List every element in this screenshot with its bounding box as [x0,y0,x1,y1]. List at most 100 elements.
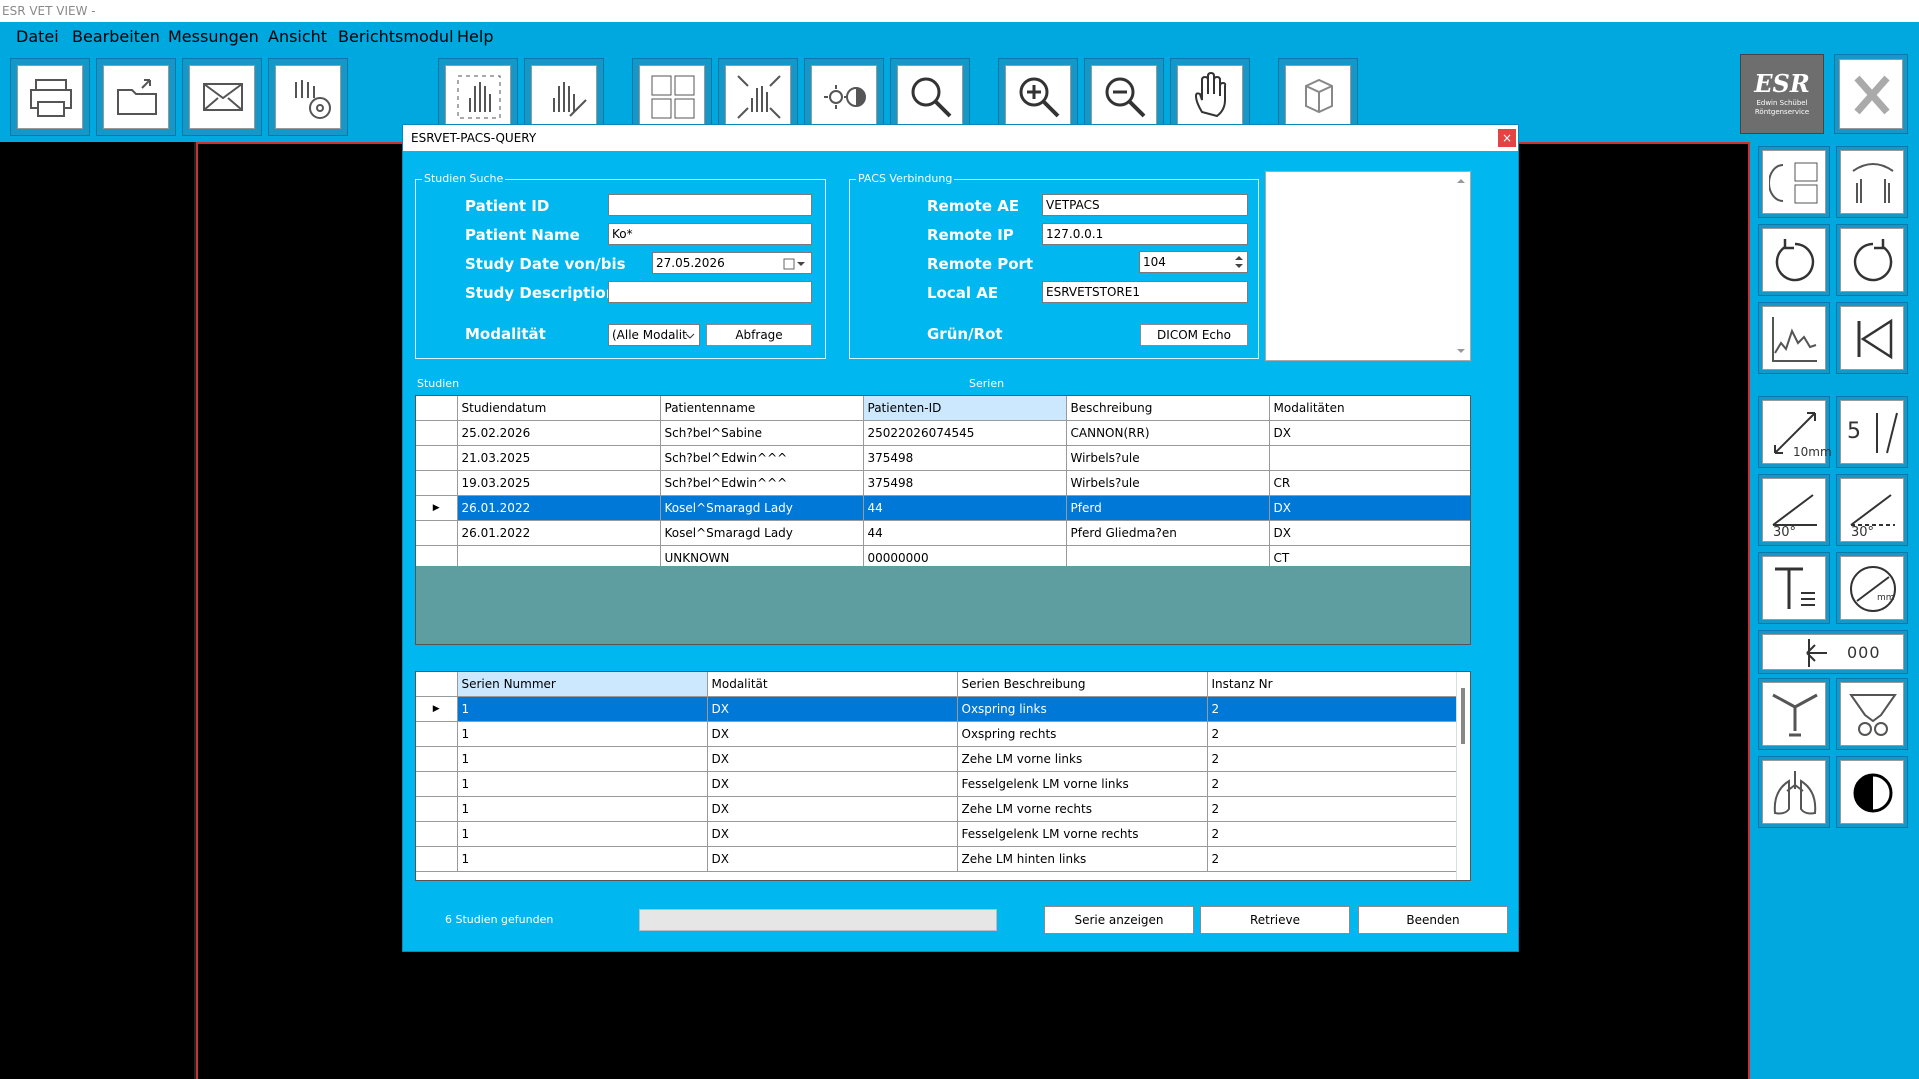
cell[interactable]: DX [707,821,958,847]
histogram-button[interactable] [1758,302,1830,374]
series-col-description[interactable]: Serien Beschreibung [957,672,1208,697]
text-annotation-button[interactable] [1758,552,1830,624]
studies-col-patient-id[interactable]: Patienten-ID [863,396,1067,421]
row-header[interactable] [416,445,458,471]
series-row[interactable]: 1 DX Fesselgelenk LM vorne links 2 [416,771,1457,797]
circle-measure-button[interactable]: mm [1836,552,1908,624]
show-series-button[interactable]: Serie anzeigen [1044,906,1194,934]
cell[interactable]: DX [707,721,958,747]
cell[interactable]: 2 [1207,846,1457,872]
query-button[interactable]: Abfrage [706,324,812,346]
cell[interactable]: 21.03.2025 [457,445,661,471]
flip-horizontal-button[interactable] [1758,146,1830,218]
cell[interactable]: 26.01.2022 [457,495,661,521]
menu-messungen[interactable]: Messungen [168,27,259,46]
open-folder-button[interactable] [96,58,176,136]
cell[interactable]: 1 [457,721,708,747]
cell[interactable]: 1 [457,771,708,797]
ruler-tool-button[interactable]: 000 [1758,630,1908,674]
series-grid[interactable]: Serien Nummer Modalität Serien Beschreib… [415,671,1471,881]
cell[interactable]: 2 [1207,821,1457,847]
row-header[interactable] [416,721,458,747]
cell[interactable]: CANNON(RR) [1066,420,1270,446]
mirror-button[interactable] [1836,146,1908,218]
cell[interactable]: Fesselgelenk LM vorne links [957,771,1208,797]
remote-ip-input[interactable]: 127.0.0.1 [1042,223,1248,245]
cell[interactable]: Fesselgelenk LM vorne rechts [957,821,1208,847]
cell[interactable]: Sch?bel^Edwin^^^ [660,445,864,471]
cell[interactable]: DX [1269,495,1470,521]
cell[interactable]: 2 [1207,746,1457,772]
cell[interactable]: 1 [457,696,708,722]
studies-grid[interactable]: Studiendatum Patientenname Patienten-ID … [415,395,1471,645]
cell[interactable]: 26.01.2022 [457,520,661,546]
cell[interactable]: DX [707,846,958,872]
cell[interactable]: Zehe LM vorne links [957,746,1208,772]
bone-tool-button[interactable] [1758,678,1830,750]
row-header[interactable] [416,771,458,797]
app-close-button[interactable] [1834,54,1908,134]
series-col-number[interactable]: Serien Nummer [457,672,708,697]
row-header[interactable]: ▶ [416,696,458,722]
cell[interactable]: 1 [457,821,708,847]
cell[interactable]: DX [707,796,958,822]
cell[interactable]: Pferd Gliedma?en [1066,520,1270,546]
cell[interactable]: DX [1269,520,1470,546]
menu-berichtsmodul[interactable]: Berichtsmodul [338,27,454,46]
menu-bearbeiten[interactable]: Bearbeiten [72,27,160,46]
cell[interactable]: 1 [457,846,708,872]
cell[interactable]: DX [1269,420,1470,446]
cell[interactable]: Kosel^Smaragd Lady [660,495,864,521]
row-header[interactable] [416,846,458,872]
series-scrollbar[interactable] [1456,672,1470,880]
study-row[interactable]: ▶ 26.01.2022 Kosel^Smaragd Lady 44 Pferd DX [416,495,1470,521]
lung-tool-button[interactable] [1758,756,1830,828]
log-textbox[interactable] [1265,171,1471,361]
cell[interactable]: 25022026074545 [863,420,1067,446]
cell[interactable]: 1 [457,746,708,772]
cell[interactable]: Sch?bel^Edwin^^^ [660,470,864,496]
series-row[interactable]: 1 DX Zehe LM hinten links 2 [416,846,1457,872]
studies-col-modalities[interactable]: Modalitäten [1269,396,1470,421]
spin-arrows-icon[interactable] [1233,253,1245,271]
number-annotation-button[interactable]: 5 [1836,396,1908,468]
email-button[interactable] [182,58,262,136]
remote-ae-input[interactable]: VETPACS [1042,194,1248,216]
row-header[interactable] [416,796,458,822]
rotate-left-button[interactable] [1758,224,1830,296]
studies-col-description[interactable]: Beschreibung [1066,396,1270,421]
row-header[interactable]: ▶ [416,495,458,521]
study-description-input[interactable] [608,281,812,303]
dialog-close-button[interactable]: × [1498,129,1516,147]
study-row[interactable]: 21.03.2025 Sch?bel^Edwin^^^ 375498 Wirbels?… [416,445,1470,471]
distance-measure-button[interactable]: 10mm [1758,396,1832,468]
cell[interactable]: Zehe LM vorne rechts [957,796,1208,822]
study-row[interactable]: 19.03.2025 Sch?bel^Edwin^^^ 375498 Wirbels?… [416,470,1470,496]
burn-cd-button[interactable] [268,58,348,136]
row-header[interactable] [416,821,458,847]
cell[interactable]: Zehe LM hinten links [957,846,1208,872]
cell[interactable]: 2 [1207,721,1457,747]
series-col-modality[interactable]: Modalität [707,672,958,697]
cell[interactable]: Wirbels?ule [1066,445,1270,471]
local-ae-input[interactable]: ESRVETSTORE1 [1042,281,1248,303]
cell[interactable] [1269,445,1470,471]
patient-name-input[interactable]: Ko* [608,223,812,245]
cell[interactable]: Oxspring links [957,696,1208,722]
studies-col-patient-name[interactable]: Patientenname [660,396,864,421]
pelvis-tool-button[interactable] [1836,678,1908,750]
series-row[interactable]: ▶ 1 DX Oxspring links 2 [416,696,1457,722]
cell[interactable]: DX [707,771,958,797]
close-dialog-button[interactable]: Beenden [1358,906,1508,934]
invert-button[interactable] [1836,756,1908,828]
cell[interactable]: 19.03.2025 [457,470,661,496]
dicom-echo-button[interactable]: DICOM Echo [1140,324,1248,346]
angle-measure-button[interactable]: 30° [1758,474,1830,546]
cell[interactable]: 1 [457,796,708,822]
row-header[interactable] [416,746,458,772]
cell[interactable]: Oxspring rechts [957,721,1208,747]
thumbnail-strip[interactable] [0,142,196,1079]
print-button[interactable] [10,58,90,136]
cell[interactable]: Sch?bel^Sabine [660,420,864,446]
cell[interactable]: CR [1269,470,1470,496]
